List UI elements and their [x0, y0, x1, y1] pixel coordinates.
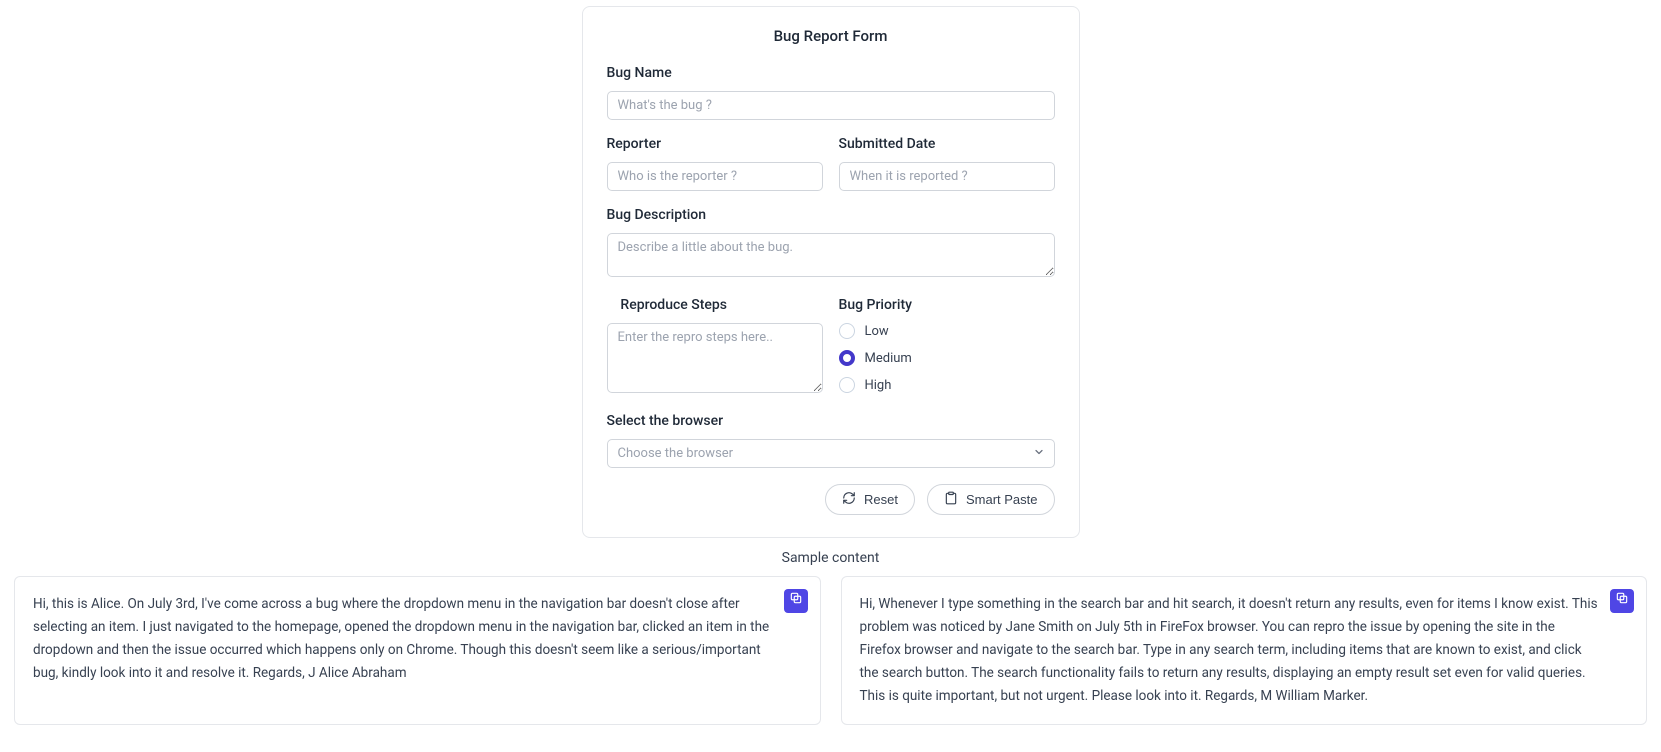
submitted-date-label: Submitted Date — [839, 136, 1055, 152]
priority-low-option[interactable]: Low — [839, 323, 1055, 339]
browser-select[interactable]: Choose the browser — [607, 439, 1055, 468]
bug-priority-label: Bug Priority — [839, 297, 1055, 313]
repro-steps-textarea[interactable] — [607, 323, 823, 393]
smart-paste-button[interactable]: Smart Paste — [927, 484, 1055, 515]
bug-description-textarea[interactable] — [607, 233, 1055, 277]
sample-text: Hi, this is Alice. On July 3rd, I've com… — [33, 593, 802, 685]
copy-icon — [789, 590, 803, 613]
smart-paste-button-label: Smart Paste — [966, 492, 1038, 507]
reporter-input[interactable] — [607, 162, 823, 191]
sample-card-2: Hi, Whenever I type something in the sea… — [841, 576, 1648, 725]
bug-description-label: Bug Description — [607, 207, 1055, 223]
bug-name-input[interactable] — [607, 91, 1055, 120]
radio-icon — [839, 323, 855, 339]
form-title: Bug Report Form — [607, 27, 1055, 45]
refresh-icon — [842, 491, 856, 508]
submitted-date-input[interactable] — [839, 162, 1055, 191]
sample-content-heading: Sample content — [0, 550, 1661, 566]
copy-icon — [1615, 590, 1629, 613]
clipboard-icon — [944, 491, 958, 508]
bug-priority-group: Low Medium High — [839, 323, 1055, 393]
copy-button[interactable] — [784, 589, 808, 613]
priority-medium-label: Medium — [865, 351, 912, 366]
priority-high-option[interactable]: High — [839, 377, 1055, 393]
bug-name-label: Bug Name — [607, 65, 1055, 81]
reporter-label: Reporter — [607, 136, 823, 152]
copy-button[interactable] — [1610, 589, 1634, 613]
browser-label: Select the browser — [607, 413, 1055, 429]
sample-card-1: Hi, this is Alice. On July 3rd, I've com… — [14, 576, 821, 725]
radio-icon — [839, 350, 855, 366]
radio-icon — [839, 377, 855, 393]
priority-low-label: Low — [865, 324, 889, 339]
repro-steps-label: Reproduce Steps — [607, 297, 823, 313]
bug-report-form: Bug Report Form Bug Name Reporter Submit… — [582, 6, 1080, 538]
priority-high-label: High — [865, 378, 892, 393]
sample-text: Hi, Whenever I type something in the sea… — [860, 593, 1629, 708]
priority-medium-option[interactable]: Medium — [839, 350, 1055, 366]
reset-button-label: Reset — [864, 492, 898, 507]
reset-button[interactable]: Reset — [825, 484, 915, 515]
